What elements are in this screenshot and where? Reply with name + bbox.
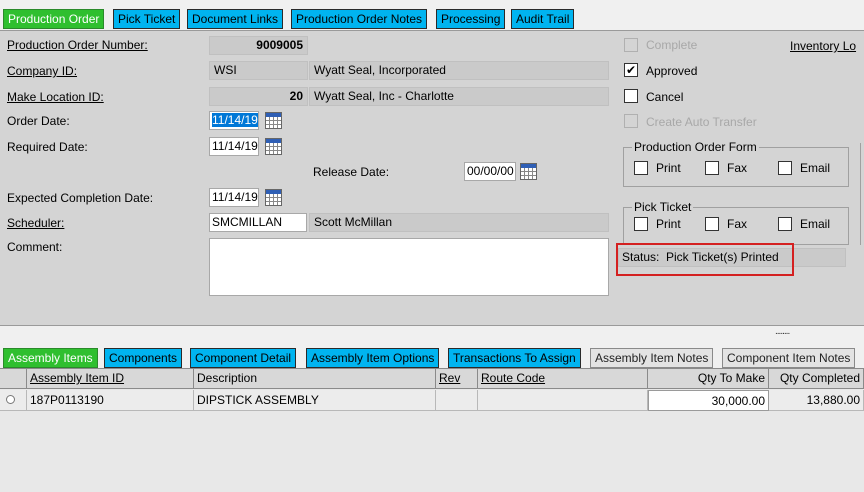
release-date-calendar-icon[interactable] xyxy=(520,163,537,180)
pt-fax-label: Fax xyxy=(727,217,748,231)
required-date-calendar-icon[interactable] xyxy=(265,138,282,155)
make-location-id-field[interactable]: 20 xyxy=(209,87,308,106)
order-number-value: 9009005 xyxy=(209,36,308,55)
right-partial-panel xyxy=(860,143,864,245)
create-auto-transfer-checkbox xyxy=(624,114,638,128)
order-date-label: Order Date: xyxy=(7,114,70,128)
tab-processing[interactable]: Processing xyxy=(436,9,506,29)
company-name: Wyatt Seal, Incorporated xyxy=(309,61,609,80)
company-id-label[interactable]: Company ID: xyxy=(7,64,77,78)
make-location-name: Wyatt Seal, Inc - Charlotte xyxy=(309,87,609,106)
cell-qty-completed[interactable]: 13,880.00 xyxy=(769,390,864,411)
cancel-label: Cancel xyxy=(646,90,684,104)
tab-production-order[interactable]: Production Order xyxy=(3,9,105,29)
pick-ticket-title: Pick Ticket xyxy=(632,200,694,214)
pof-print-checkbox[interactable] xyxy=(634,161,648,175)
column-header-description[interactable]: Description xyxy=(194,369,436,389)
column-header-assembly-item-id[interactable]: Assembly Item ID xyxy=(27,369,194,389)
status-highlight-box xyxy=(616,243,794,276)
expected-completion-calendar-icon[interactable] xyxy=(265,189,282,206)
row-radio-icon[interactable] xyxy=(6,395,15,404)
pt-fax-checkbox[interactable] xyxy=(705,217,719,231)
tab-assembly-item-options[interactable]: Assembly Item Options xyxy=(306,348,440,368)
order-date-field[interactable]: 11/14/19 xyxy=(209,111,259,130)
pof-email-checkbox[interactable] xyxy=(778,161,792,175)
scheduler-label[interactable]: Scheduler: xyxy=(7,216,64,230)
tab-transactions-to-assign[interactable]: Transactions To Assign xyxy=(448,348,581,368)
cell-description[interactable]: DIPSTICK ASSEMBLY xyxy=(194,390,436,411)
column-header-rev[interactable]: Rev xyxy=(436,369,478,389)
column-header-route-code[interactable]: Route Code xyxy=(478,369,648,389)
release-date-field[interactable]: 00/00/00 xyxy=(464,162,516,181)
order-date-value: 11/14/19 xyxy=(212,113,258,127)
create-auto-transfer-label: Create Auto Transfer xyxy=(646,115,757,129)
splitter-grip[interactable]: ........ xyxy=(775,326,790,337)
inventory-link[interactable]: Inventory Lo xyxy=(790,39,856,53)
tab-assembly-items[interactable]: Assembly Items xyxy=(3,348,98,368)
comment-textarea[interactable] xyxy=(209,238,609,296)
approved-label: Approved xyxy=(646,64,698,78)
tab-pick-ticket[interactable]: Pick Ticket xyxy=(113,9,181,29)
pof-print-label: Print xyxy=(656,161,681,175)
required-date-label: Required Date: xyxy=(7,140,88,154)
company-id-field[interactable]: WSI xyxy=(209,61,308,80)
expected-completion-field[interactable]: 11/14/19 xyxy=(209,188,259,207)
column-header-qty-completed[interactable]: Qty Completed xyxy=(769,369,864,389)
pof-fax-label: Fax xyxy=(727,161,748,175)
release-date-label: Release Date: xyxy=(313,165,390,179)
cancel-checkbox[interactable] xyxy=(624,89,638,103)
expected-completion-label: Expected Completion Date: xyxy=(7,191,154,205)
complete-checkbox xyxy=(624,38,638,52)
tab-component-item-notes[interactable]: Component Item Notes xyxy=(722,348,856,368)
pt-email-label: Email xyxy=(800,217,831,231)
pof-email-label: Email xyxy=(800,161,831,175)
cell-route-code[interactable] xyxy=(478,390,648,411)
cell-assembly-item-id[interactable]: 187P0113190 xyxy=(27,390,194,411)
required-date-field[interactable]: 11/14/19 xyxy=(209,137,259,156)
tab-components[interactable]: Components xyxy=(104,348,183,368)
tab-document-links[interactable]: Document Links xyxy=(187,9,284,29)
pt-print-checkbox[interactable] xyxy=(634,217,648,231)
pt-email-checkbox[interactable] xyxy=(778,217,792,231)
cell-rev[interactable] xyxy=(436,390,478,411)
tab-audit-trail[interactable]: Audit Trail xyxy=(511,9,575,29)
grid-row-selector-header xyxy=(0,369,27,389)
complete-label: Complete xyxy=(646,38,698,52)
production-order-form-title: Production Order Form xyxy=(632,140,759,154)
cell-qty-to-make[interactable]: 30,000.00 xyxy=(648,390,769,411)
approved-checkbox[interactable]: ✔ xyxy=(624,63,638,77)
scheduler-id-field[interactable]: SMCMILLAN xyxy=(209,213,307,232)
order-number-label[interactable]: Production Order Number: xyxy=(7,38,148,52)
make-location-label[interactable]: Make Location ID: xyxy=(7,90,104,104)
pof-fax-checkbox[interactable] xyxy=(705,161,719,175)
tab-production-order-notes[interactable]: Production Order Notes xyxy=(291,9,428,29)
scheduler-name: Scott McMillan xyxy=(309,213,609,232)
table-row[interactable] xyxy=(0,390,27,411)
tab-component-detail[interactable]: Component Detail xyxy=(190,348,297,368)
pt-print-label: Print xyxy=(656,217,681,231)
tab-assembly-item-notes[interactable]: Assembly Item Notes xyxy=(590,348,714,368)
comment-label: Comment: xyxy=(7,240,63,254)
order-date-calendar-icon[interactable] xyxy=(265,112,282,129)
column-header-qty-to-make[interactable]: Qty To Make xyxy=(648,369,769,389)
